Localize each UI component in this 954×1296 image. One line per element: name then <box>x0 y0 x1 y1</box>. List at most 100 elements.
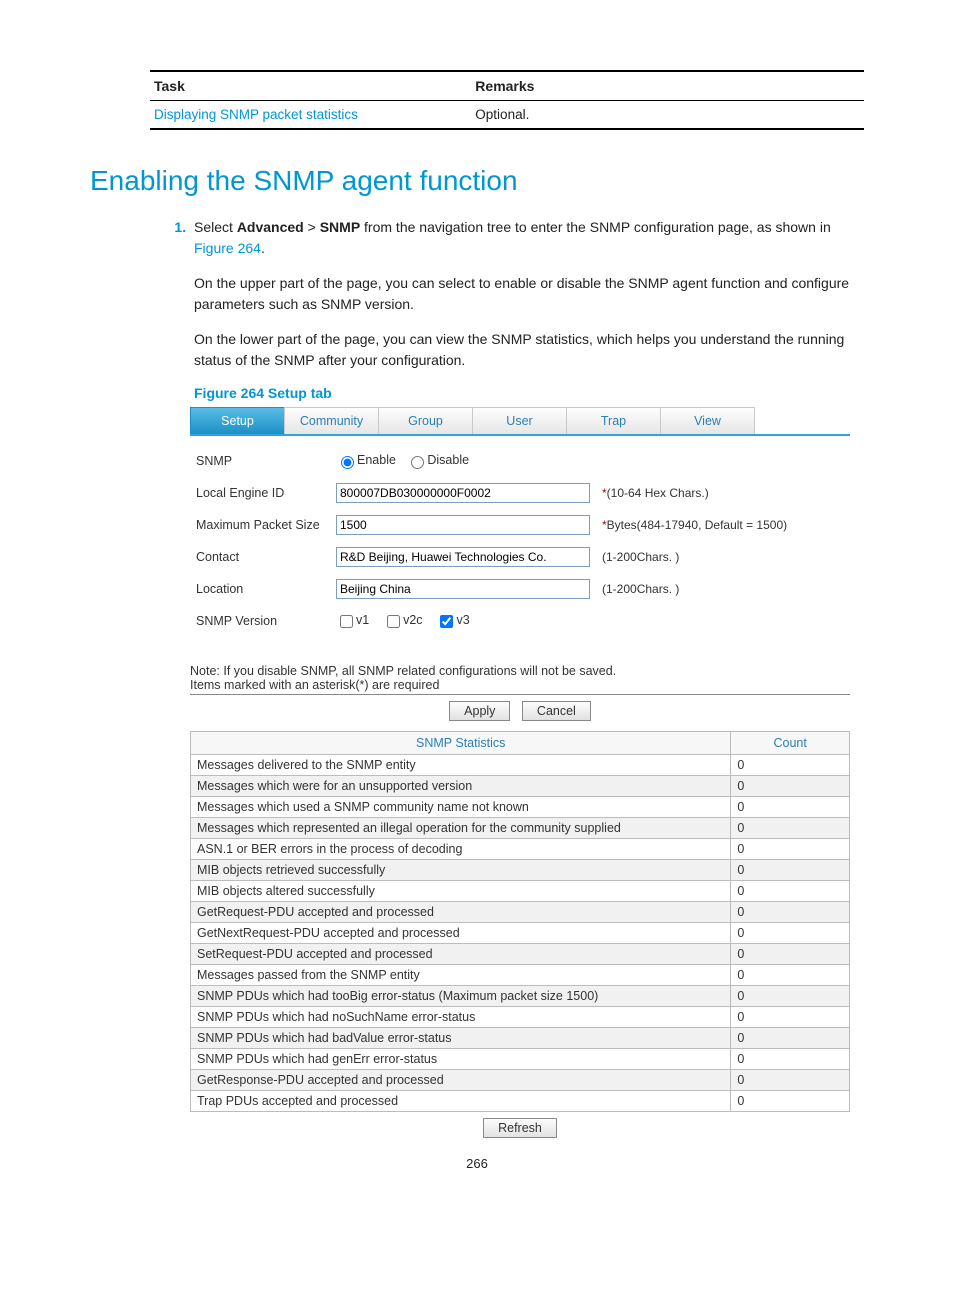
col-remarks: Remarks <box>471 71 864 101</box>
snmp-statistics-table: SNMP Statistics Count Messages delivered… <box>190 731 850 1112</box>
stats-count: 0 <box>731 1028 850 1049</box>
stats-count: 0 <box>731 776 850 797</box>
engine-id-label: Local Engine ID <box>196 486 336 500</box>
tab-group[interactable]: Group <box>378 407 473 434</box>
stats-label: SNMP PDUs which had genErr error-status <box>191 1049 731 1070</box>
stats-row: Messages which were for an unsupported v… <box>191 776 850 797</box>
step-1-para-2: On the upper part of the page, you can s… <box>194 273 864 315</box>
note-disable-warning: Note: If you disable SNMP, all SNMP rela… <box>190 664 850 678</box>
stats-row: MIB objects retrieved successfully0 <box>191 860 850 881</box>
stats-label: Messages passed from the SNMP entity <box>191 965 731 986</box>
tab-bar: Setup Community Group User Trap View <box>190 407 850 436</box>
stats-count: 0 <box>731 755 850 776</box>
stats-label: SetRequest-PDU accepted and processed <box>191 944 731 965</box>
stats-row: Messages which used a SNMP community nam… <box>191 797 850 818</box>
v2c-option[interactable]: v2c <box>383 613 422 627</box>
stats-label: Messages delivered to the SNMP entity <box>191 755 731 776</box>
apply-button[interactable]: Apply <box>449 701 510 721</box>
stats-row: Trap PDUs accepted and processed0 <box>191 1091 850 1112</box>
stats-row: Messages delivered to the SNMP entity0 <box>191 755 850 776</box>
stats-count: 0 <box>731 923 850 944</box>
stats-count: 0 <box>731 797 850 818</box>
v3-option[interactable]: v3 <box>436 613 469 627</box>
page-number: 266 <box>90 1156 864 1171</box>
tab-view[interactable]: View <box>660 407 755 434</box>
checkbox-v2c[interactable] <box>387 615 400 628</box>
stats-row: ASN.1 or BER errors in the process of de… <box>191 839 850 860</box>
stats-label: GetResponse-PDU accepted and processed <box>191 1070 731 1091</box>
stats-count: 0 <box>731 1007 850 1028</box>
stats-count: 0 <box>731 1049 850 1070</box>
checkbox-v1[interactable] <box>340 615 353 628</box>
note-asterisk: Items marked with an asterisk(*) are req… <box>190 678 850 695</box>
engine-id-hint: *(10-64 Hex Chars.) <box>596 486 709 500</box>
step-1-para-1: Select Advanced > SNMP from the navigati… <box>194 217 864 259</box>
stats-label: SNMP PDUs which had noSuchName error-sta… <box>191 1007 731 1028</box>
stats-count: 0 <box>731 944 850 965</box>
figure-caption: Figure 264 Setup tab <box>194 385 864 401</box>
stats-row: Messages passed from the SNMP entity0 <box>191 965 850 986</box>
stats-row: MIB objects altered successfully0 <box>191 881 850 902</box>
figure-link[interactable]: Figure 264 <box>194 240 261 256</box>
contact-label: Contact <box>196 550 336 564</box>
stats-label: Messages which were for an unsupported v… <box>191 776 731 797</box>
stats-label: SNMP PDUs which had tooBig error-status … <box>191 986 731 1007</box>
stats-count: 0 <box>731 1070 850 1091</box>
max-packet-hint: *Bytes(484-17940, Default = 1500) <box>596 518 787 532</box>
stats-label: Messages which represented an illegal op… <box>191 818 731 839</box>
tab-setup[interactable]: Setup <box>190 407 285 434</box>
stats-label: SNMP PDUs which had badValue error-statu… <box>191 1028 731 1049</box>
stats-label: Trap PDUs accepted and processed <box>191 1091 731 1112</box>
task-remarks-table: Task Remarks Displaying SNMP packet stat… <box>150 70 864 130</box>
stats-count: 0 <box>731 818 850 839</box>
stats-row: SNMP PDUs which had badValue error-statu… <box>191 1028 850 1049</box>
stats-label: GetRequest-PDU accepted and processed <box>191 902 731 923</box>
col-task: Task <box>150 71 471 101</box>
task-link[interactable]: Displaying SNMP packet statistics <box>154 107 358 122</box>
stats-count: 0 <box>731 1091 850 1112</box>
stats-count: 0 <box>731 986 850 1007</box>
step-1-para-3: On the lower part of the page, you can v… <box>194 329 864 371</box>
task-remark: Optional. <box>471 101 864 130</box>
stats-row: GetRequest-PDU accepted and processed0 <box>191 902 850 923</box>
location-label: Location <box>196 582 336 596</box>
stats-row: SNMP PDUs which had noSuchName error-sta… <box>191 1007 850 1028</box>
stats-label: ASN.1 or BER errors in the process of de… <box>191 839 731 860</box>
stats-label: MIB objects retrieved successfully <box>191 860 731 881</box>
snmp-disable-option[interactable]: Disable <box>406 453 469 467</box>
engine-id-input[interactable] <box>336 483 590 503</box>
location-input[interactable] <box>336 579 590 599</box>
v1-option[interactable]: v1 <box>336 613 369 627</box>
stats-row: Messages which represented an illegal op… <box>191 818 850 839</box>
section-heading: Enabling the SNMP agent function <box>90 165 864 197</box>
tab-user[interactable]: User <box>472 407 567 434</box>
stats-label: GetNextRequest-PDU accepted and processe… <box>191 923 731 944</box>
cancel-button[interactable]: Cancel <box>522 701 591 721</box>
tab-trap[interactable]: Trap <box>566 407 661 434</box>
location-hint: (1-200Chars. ) <box>596 582 679 596</box>
stats-count: 0 <box>731 902 850 923</box>
stats-count: 0 <box>731 839 850 860</box>
stats-col-count: Count <box>731 732 850 755</box>
screenshot-setup-tab: Setup Community Group User Trap View SNM… <box>190 407 850 1138</box>
stats-count: 0 <box>731 965 850 986</box>
contact-input[interactable] <box>336 547 590 567</box>
stats-row: GetResponse-PDU accepted and processed0 <box>191 1070 850 1091</box>
stats-col-name: SNMP Statistics <box>191 732 731 755</box>
stats-row: SetRequest-PDU accepted and processed0 <box>191 944 850 965</box>
contact-hint: (1-200Chars. ) <box>596 550 679 564</box>
max-packet-input[interactable] <box>336 515 590 535</box>
snmp-enable-option[interactable]: Enable <box>336 453 396 467</box>
tab-community[interactable]: Community <box>284 407 379 434</box>
radio-enable[interactable] <box>341 456 354 469</box>
max-packet-label: Maximum Packet Size <box>196 518 336 532</box>
radio-disable[interactable] <box>411 456 424 469</box>
checkbox-v3[interactable] <box>440 615 453 628</box>
refresh-button[interactable]: Refresh <box>483 1118 557 1138</box>
stats-label: MIB objects altered successfully <box>191 881 731 902</box>
stats-row: GetNextRequest-PDU accepted and processe… <box>191 923 850 944</box>
snmp-label: SNMP <box>196 454 336 468</box>
step-1: Select Advanced > SNMP from the navigati… <box>190 217 864 401</box>
stats-count: 0 <box>731 860 850 881</box>
stats-count: 0 <box>731 881 850 902</box>
